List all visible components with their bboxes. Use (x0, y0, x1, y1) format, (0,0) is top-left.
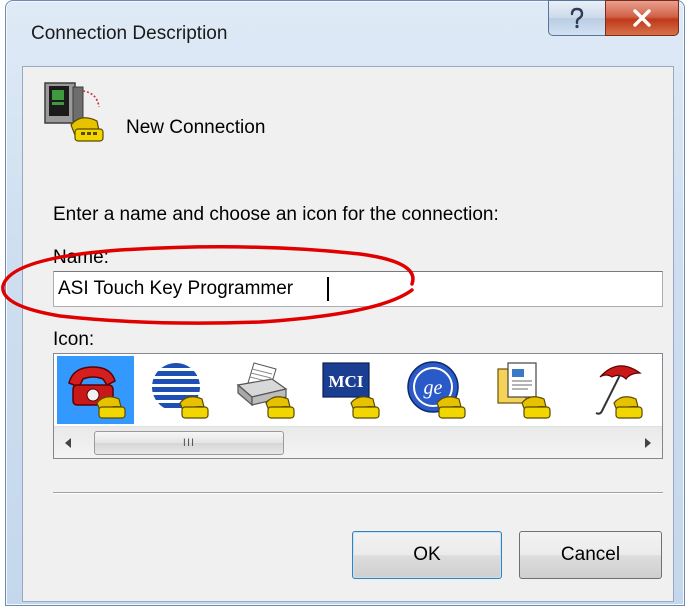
title-bar[interactable]: Connection Description (6, 0, 684, 67)
window-title: Connection Description (31, 23, 228, 44)
icon-list[interactable]: MCI ge III (53, 353, 663, 459)
documents-icon (496, 362, 551, 419)
name-label: Name: (53, 247, 109, 268)
horizontal-scrollbar[interactable]: III (54, 426, 662, 458)
icon-option-documents[interactable] (482, 356, 559, 424)
mci-logo-icon: MCI (321, 362, 380, 419)
cancel-button[interactable]: Cancel (519, 531, 662, 579)
help-button[interactable] (548, 0, 606, 36)
scroll-left-button[interactable] (54, 427, 82, 458)
icon-option-globe[interactable] (140, 356, 217, 424)
separator-line (53, 492, 663, 494)
question-mark-icon (570, 7, 584, 29)
svg-text:ge: ge (423, 377, 442, 399)
scroll-left-icon (65, 438, 71, 448)
connection-heading: New Connection (126, 117, 266, 138)
computer-phone-icon (44, 82, 104, 142)
icon-option-fax[interactable] (226, 356, 303, 424)
icon-option-ge[interactable]: ge (397, 356, 474, 424)
globe-lines-icon (151, 363, 209, 419)
dialog-window: Connection Description New Connection En… (5, 0, 685, 606)
scroll-right-button[interactable] (634, 427, 662, 458)
icon-option-umbrella[interactable] (574, 356, 651, 424)
instruction-text: Enter a name and choose an icon for the … (53, 204, 499, 225)
icon-option-mci[interactable]: MCI (311, 356, 388, 424)
fax-machine-icon (236, 362, 295, 419)
name-input[interactable] (53, 271, 663, 307)
text-caret (327, 277, 329, 301)
icon-option-red-telephone[interactable] (57, 356, 134, 424)
svg-text:MCI: MCI (328, 372, 363, 391)
scrollbar-thumb[interactable]: III (94, 431, 284, 455)
ok-button[interactable]: OK (352, 531, 502, 579)
red-telephone-icon (67, 366, 126, 419)
close-icon (633, 9, 651, 27)
umbrella-icon (595, 365, 643, 419)
dialog-body: New Connection Enter a name and choose a… (22, 66, 674, 602)
close-button[interactable] (605, 0, 679, 36)
scroll-right-icon (645, 438, 651, 448)
icon-label: Icon: (53, 329, 95, 350)
ge-logo-icon: ge (406, 361, 466, 419)
scrollbar-grip: III (182, 437, 196, 449)
